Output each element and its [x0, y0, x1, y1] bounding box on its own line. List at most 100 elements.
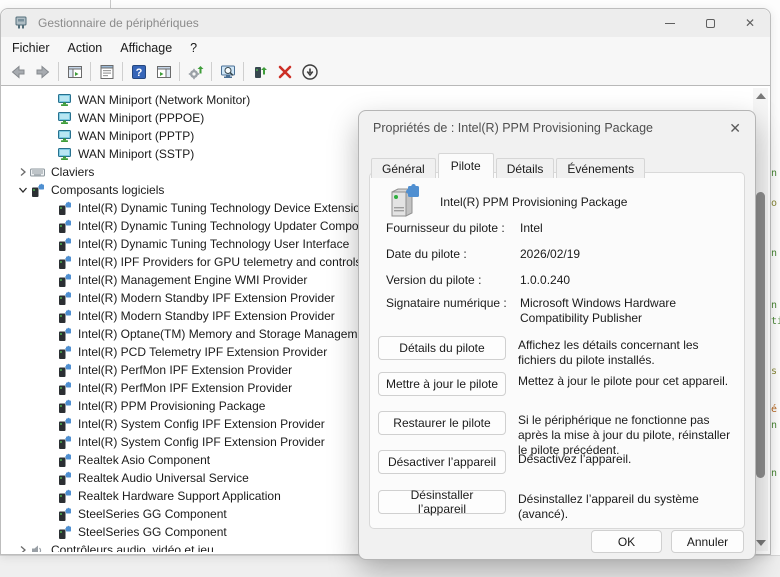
tree-item-label: Intel(R) Modern Standby IPF Extension Pr…	[78, 309, 335, 323]
disable-device-icon[interactable]	[297, 60, 322, 84]
toolbar-separator	[122, 62, 123, 81]
scroll-up-icon[interactable]	[756, 93, 766, 99]
driver-action-button[interactable]: Désinstaller l’appareil	[378, 490, 506, 514]
maximize-icon	[706, 19, 715, 28]
chevron-down-icon[interactable]	[16, 183, 30, 197]
tree-item-label: SteelSeries GG Component	[78, 507, 227, 521]
dialog-tab[interactable]: Événements	[556, 158, 645, 178]
tree-item-label: Claviers	[51, 165, 94, 179]
network-adapter-icon	[57, 93, 72, 108]
tree-item-label: Intel(R) System Config IPF Extension Pro…	[78, 435, 325, 449]
ok-button[interactable]: OK	[591, 530, 662, 553]
properties-icon[interactable]	[94, 60, 119, 84]
software-component-icon	[57, 291, 72, 306]
driver-action-row: Désactiver l’appareil Désactivez l’appar…	[378, 450, 732, 474]
scrollbar-thumb[interactable]	[756, 192, 765, 478]
dialog-tab[interactable]: Général	[371, 158, 436, 178]
background-text-fragment: n	[771, 420, 777, 431]
tree-item[interactable]: WAN Miniport (Network Monitor)	[2, 91, 752, 109]
menu-item[interactable]: ?	[181, 39, 206, 57]
add-driver-icon[interactable]	[247, 60, 272, 84]
console-tree-icon[interactable]	[62, 60, 87, 84]
toolbar: ?	[1, 58, 770, 86]
back-icon[interactable]	[5, 60, 30, 84]
driver-action-button[interactable]: Mettre à jour le pilote	[378, 372, 506, 396]
driver-action-button[interactable]: Désactiver l’appareil	[378, 450, 506, 474]
field-value: 1.0.0.240	[520, 273, 732, 288]
keyboard-icon	[30, 165, 45, 180]
uninstall-device-icon[interactable]	[272, 60, 297, 84]
dialog-title: Propriétés de : Intel(R) PPM Provisionin…	[373, 121, 653, 135]
driver-action-button[interactable]: Restaurer le pilote	[378, 411, 506, 435]
driver-action-description: Mettez à jour le pilote pour cet apparei…	[518, 372, 728, 389]
driver-field-row: Fournisseur du pilote : Intel	[386, 221, 732, 236]
toolbar-separator	[90, 62, 91, 81]
software-component-icon	[57, 471, 72, 486]
device-name: Intel(R) PPM Provisioning Package	[440, 195, 627, 209]
background-divider	[110, 0, 111, 8]
software-component-icon	[30, 183, 45, 198]
toolbar-separator	[179, 62, 180, 81]
field-label: Fournisseur du pilote :	[386, 221, 520, 236]
driver-action-row: Désinstaller l’appareil Désinstallez l’a…	[378, 490, 732, 522]
tree-item-label: Intel(R) Dynamic Tuning Technology Updat…	[78, 219, 382, 233]
background-text-fragment: n	[771, 168, 777, 179]
driver-tab-page: Intel(R) PPM Provisioning Package Fourni…	[369, 172, 745, 529]
forward-icon[interactable]	[30, 60, 55, 84]
software-component-icon	[57, 201, 72, 216]
tree-item-label: Intel(R) System Config IPF Extension Pro…	[78, 417, 325, 431]
software-component-icon	[57, 255, 72, 270]
properties-dialog: Propriétés de : Intel(R) PPM Provisionin…	[358, 110, 756, 560]
tree-item-label: SteelSeries GG Component	[78, 525, 227, 539]
field-label: Signataire numérique :	[386, 296, 520, 326]
cancel-button[interactable]: Annuler	[671, 530, 744, 553]
background-text-fragment: é	[771, 404, 777, 415]
field-value: 2026/02/19	[520, 247, 732, 262]
chevron-right-icon[interactable]	[16, 165, 30, 179]
toolbar-separator	[211, 62, 212, 81]
field-value: Microsoft Windows Hardware Compatibility…	[520, 296, 732, 326]
driver-action-description: Désinstallez l’appareil du système (avan…	[518, 490, 732, 522]
field-label: Date du pilote :	[386, 247, 520, 262]
driver-action-button[interactable]: Détails du pilote	[378, 336, 506, 360]
tree-item-label: WAN Miniport (SSTP)	[78, 147, 194, 161]
tree-item-label: Intel(R) PPM Provisioning Package	[78, 399, 265, 413]
driver-field-row: Version du pilote : 1.0.0.240	[386, 273, 732, 288]
software-component-icon	[57, 435, 72, 450]
close-button[interactable]: ✕	[730, 9, 770, 37]
network-adapter-icon	[57, 111, 72, 126]
network-adapter-icon	[57, 129, 72, 144]
dialog-tab[interactable]: Détails	[496, 158, 555, 178]
window-title: Gestionnaire de périphériques	[38, 16, 199, 30]
dialog-close-icon[interactable]: ✕	[729, 121, 741, 135]
scan-hardware-icon[interactable]	[215, 60, 240, 84]
menu-item[interactable]: Affichage	[111, 39, 181, 57]
dialog-tab[interactable]: Pilote	[438, 153, 494, 178]
software-component-icon	[57, 525, 72, 540]
menu-item[interactable]: Action	[59, 39, 112, 57]
driver-action-row: Mettre à jour le pilote Mettez à jour le…	[378, 372, 732, 396]
minimize-button[interactable]	[650, 9, 690, 37]
tree-item-label: Realtek Hardware Support Application	[78, 489, 281, 503]
network-adapter-icon	[57, 147, 72, 162]
tree-item-label: Intel(R) Optane(TM) Memory and Storage M…	[78, 327, 374, 341]
minimize-icon	[665, 23, 675, 24]
tree-item-label: Intel(R) Dynamic Tuning Technology Devic…	[78, 201, 367, 215]
tree-item-label: WAN Miniport (Network Monitor)	[78, 93, 250, 107]
driver-action-row: Détails du pilote Affichez les détails c…	[378, 336, 732, 368]
help-icon[interactable]: ?	[126, 60, 151, 84]
close-icon: ✕	[745, 17, 755, 29]
maximize-button[interactable]	[690, 9, 730, 37]
dialog-footer: OK Annuler	[591, 530, 744, 553]
menu-item[interactable]: Fichier	[3, 39, 59, 57]
scroll-down-icon[interactable]	[756, 540, 766, 546]
background-text-fragment: ti	[771, 316, 780, 327]
tree-item-label: WAN Miniport (PPTP)	[78, 129, 194, 143]
background-window-strip	[0, 0, 780, 8]
chevron-right-icon[interactable]	[16, 543, 30, 552]
action-pane-icon[interactable]	[151, 60, 176, 84]
driver-field-row: Signataire numérique : Microsoft Windows…	[386, 296, 732, 326]
update-driver-icon[interactable]	[183, 60, 208, 84]
software-component-icon	[57, 489, 72, 504]
toolbar-separator	[243, 62, 244, 81]
